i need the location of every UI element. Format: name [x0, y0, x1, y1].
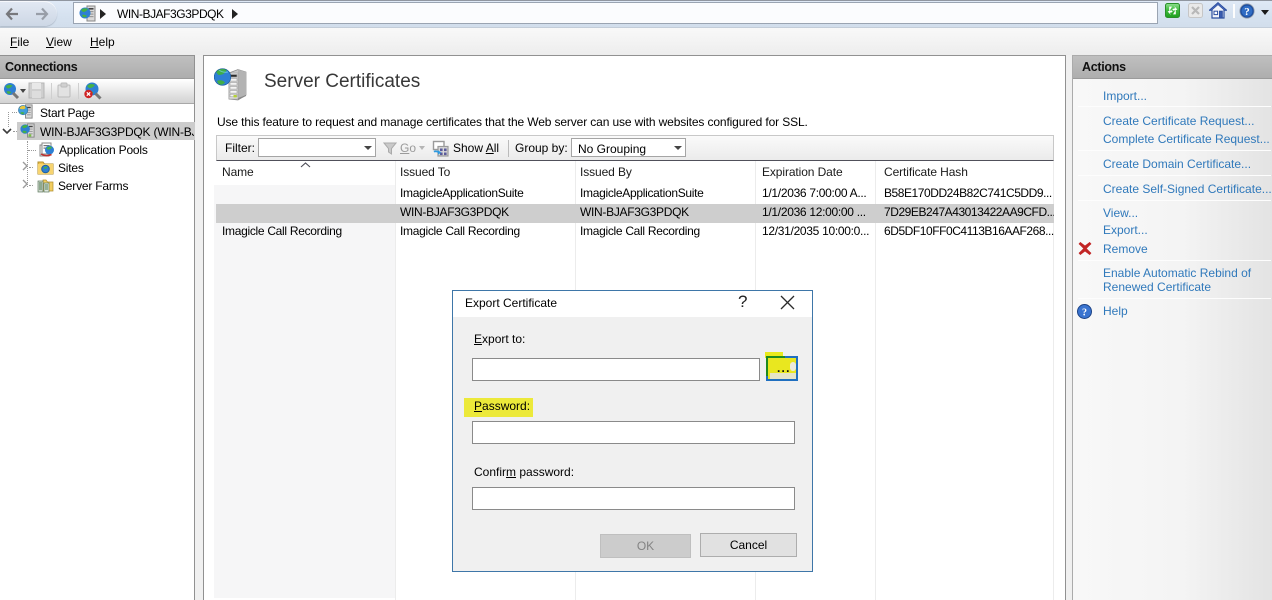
- svg-text:?: ?: [1244, 6, 1250, 18]
- svg-text:?: ?: [1082, 308, 1087, 319]
